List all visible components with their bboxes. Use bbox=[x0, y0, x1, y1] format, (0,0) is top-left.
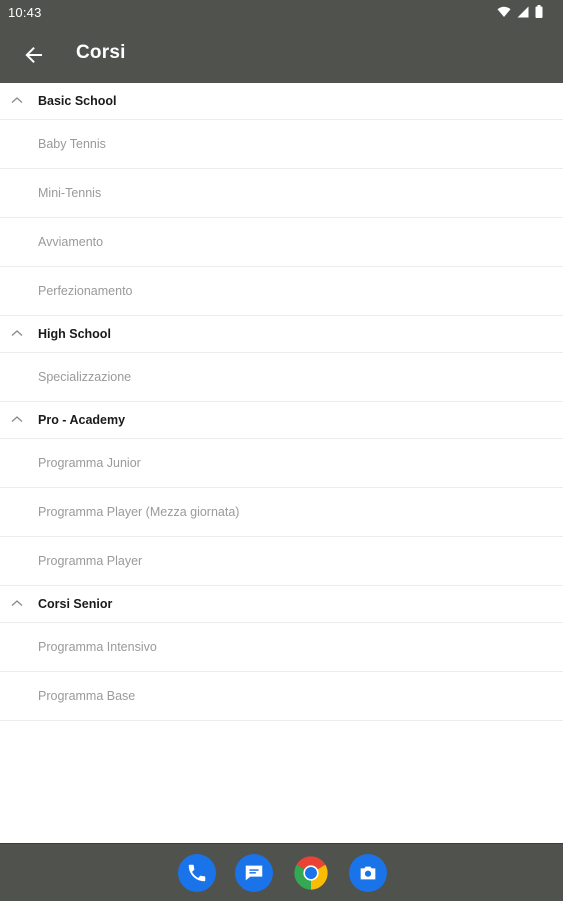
messages-app-icon[interactable] bbox=[235, 854, 273, 892]
status-icons bbox=[497, 5, 543, 18]
course-list: Basic School Baby Tennis Mini-Tennis Avv… bbox=[0, 83, 563, 843]
list-item-avviamento[interactable]: Avviamento bbox=[0, 218, 563, 267]
cellular-signal-icon bbox=[517, 6, 529, 18]
app-dock bbox=[178, 854, 387, 892]
list-item-label: Programma Junior bbox=[38, 456, 141, 470]
battery-icon bbox=[535, 5, 543, 18]
chevron-up-icon bbox=[11, 416, 23, 422]
list-item-label: Programma Intensivo bbox=[38, 640, 157, 654]
list-item-mini-tennis[interactable]: Mini-Tennis bbox=[0, 169, 563, 218]
page-title: Corsi bbox=[76, 42, 126, 63]
list-item-baby-tennis[interactable]: Baby Tennis bbox=[0, 120, 563, 169]
navigation-bar bbox=[0, 843, 563, 901]
list-item-label: Programma Base bbox=[38, 689, 136, 703]
chrome-app-icon[interactable] bbox=[292, 854, 330, 892]
list-item-label: Avviamento bbox=[38, 235, 104, 249]
status-bar: 10:43 bbox=[0, 0, 563, 26]
app-bar: Corsi bbox=[0, 26, 563, 83]
group-header-pro-academy[interactable]: Pro - Academy bbox=[0, 402, 563, 439]
phone-app-icon[interactable] bbox=[178, 854, 216, 892]
list-item-programma-junior[interactable]: Programma Junior bbox=[0, 439, 563, 488]
list-item-programma-player[interactable]: Programma Player bbox=[0, 537, 563, 586]
list-item-label: Mini-Tennis bbox=[38, 186, 102, 200]
list-item-programma-player-mezza-giornata[interactable]: Programma Player (Mezza giornata) bbox=[0, 488, 563, 537]
group-header-high-school[interactable]: High School bbox=[0, 316, 563, 353]
arrow-back-icon bbox=[25, 47, 42, 63]
chevron-up-icon bbox=[11, 330, 23, 336]
list-item-label: Programma Player (Mezza giornata) bbox=[38, 505, 240, 519]
group-title: Corsi Senior bbox=[38, 597, 113, 611]
list-item-label: Baby Tennis bbox=[38, 137, 106, 151]
list-item-programma-intensivo[interactable]: Programma Intensivo bbox=[0, 623, 563, 672]
group-title: High School bbox=[38, 327, 111, 341]
group-title: Basic School bbox=[38, 94, 117, 108]
back-button[interactable] bbox=[18, 39, 50, 71]
status-time: 10:43 bbox=[8, 5, 42, 20]
camera-app-icon[interactable] bbox=[349, 854, 387, 892]
chevron-up-icon bbox=[11, 600, 23, 606]
group-title: Pro - Academy bbox=[38, 413, 126, 427]
list-item-label: Programma Player bbox=[38, 554, 143, 568]
list-item-specializzazione[interactable]: Specializzazione bbox=[0, 353, 563, 402]
wifi-icon bbox=[497, 6, 511, 18]
list-item-label: Specializzazione bbox=[38, 370, 132, 384]
chevron-up-icon bbox=[11, 97, 23, 103]
group-header-corsi-senior[interactable]: Corsi Senior bbox=[0, 586, 563, 623]
list-item-label: Perfezionamento bbox=[38, 284, 133, 298]
list-item-perfezionamento[interactable]: Perfezionamento bbox=[0, 267, 563, 316]
list-item-programma-base[interactable]: Programma Base bbox=[0, 672, 563, 721]
group-header-basic-school[interactable]: Basic School bbox=[0, 83, 563, 120]
